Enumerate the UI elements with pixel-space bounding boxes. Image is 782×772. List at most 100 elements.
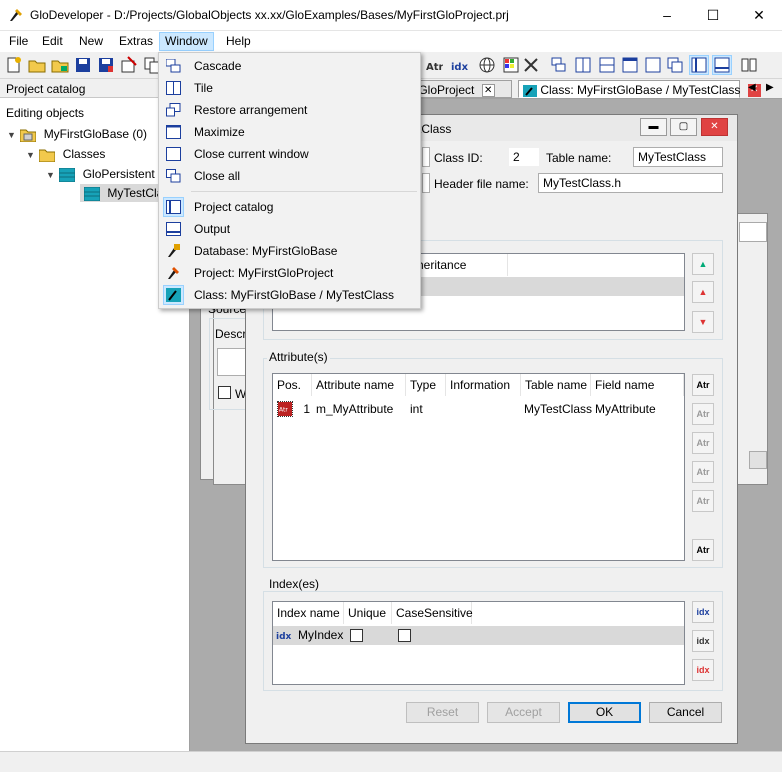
move-up-icon[interactable]: ▲	[692, 281, 714, 303]
save-all-icon[interactable]	[97, 56, 115, 74]
maximize-button[interactable]: ☐	[690, 0, 736, 31]
column-header-information[interactable]: Information	[446, 374, 521, 396]
column-header-pos[interactable]: Pos.	[273, 374, 312, 396]
tools-icon[interactable]	[522, 56, 540, 74]
tile-horizontal-icon[interactable]	[598, 56, 616, 74]
open-icon[interactable]	[28, 56, 46, 74]
new-attribute-icon[interactable]: Atr	[425, 56, 443, 74]
accept-button[interactable]: Accept	[487, 702, 560, 723]
move-down-icon[interactable]: ▼	[692, 311, 714, 333]
edit-index-icon[interactable]: idx	[692, 630, 714, 652]
column-header-index-name[interactable]: Index name	[273, 602, 344, 624]
delete-index-icon[interactable]: idx	[692, 659, 714, 681]
reset-button[interactable]: Reset	[406, 702, 479, 723]
menu-item-label: Close all	[194, 169, 241, 183]
table-row[interactable]: Atr 1 m_MyAttribute int MyTestClass MyAt…	[273, 400, 684, 418]
case-sensitive-checkbox[interactable]	[398, 629, 411, 642]
tab-class[interactable]: Class: MyFirstGloBase / MyTestClass ✕	[518, 80, 761, 98]
tab-label: tGloProject	[415, 83, 475, 97]
menu-item-project-catalog[interactable]: Project catalog	[160, 196, 419, 218]
ok-button[interactable]: OK	[568, 702, 641, 723]
unique-checkbox[interactable]	[350, 629, 363, 642]
menu-item-restore-arrangement[interactable]: Restore arrangement	[160, 99, 419, 121]
inheritance-column-header[interactable]: heritance	[413, 254, 508, 276]
chevron-down-icon[interactable]: ▼	[7, 126, 17, 144]
column-header-attribute-name[interactable]: Attribute name	[312, 374, 406, 396]
dialog-close-button[interactable]: ✕	[701, 118, 728, 136]
column-header-unique[interactable]: Unique	[344, 602, 392, 624]
tree-item-classes[interactable]: ▼ Classes	[26, 145, 105, 163]
descr-field[interactable]	[217, 348, 247, 376]
tab-project[interactable]: tGloProject ✕	[410, 80, 512, 98]
close-icon[interactable]: ✕	[481, 84, 495, 98]
table-row[interactable]: idx MyIndex	[273, 626, 684, 645]
close-window-toolbar-icon[interactable]	[644, 56, 662, 74]
menu-edit[interactable]: Edit	[42, 34, 63, 48]
header-file-field[interactable]: MyTestClass.h	[538, 173, 723, 193]
class-icon	[163, 285, 184, 305]
new-index-icon[interactable]: idx	[692, 601, 714, 623]
project-catalog-toolbar-icon[interactable]	[689, 55, 709, 75]
menu-item-maximize[interactable]: Maximize	[160, 121, 419, 143]
maximize-toolbar-icon[interactable]	[621, 56, 639, 74]
attribute-sort-icon[interactable]: Atr	[692, 539, 714, 561]
tree-item-glopersistent[interactable]: ▼ GloPersistent	[46, 165, 155, 183]
tab-scroll-left-icon[interactable]: ◀	[748, 82, 756, 93]
column-header-field-name[interactable]: Field name	[591, 374, 684, 396]
menu-item-label: Cascade	[194, 59, 242, 73]
menu-item-database[interactable]: Database: MyFirstGloBase	[160, 240, 419, 262]
attribute-down-icon[interactable]: Atr	[692, 490, 714, 512]
globe-icon[interactable]	[478, 56, 496, 74]
new-icon[interactable]	[5, 56, 23, 74]
attribute-up-icon[interactable]: Atr	[692, 461, 714, 483]
menu-item-label: Tile	[194, 81, 213, 95]
tile-vertical-icon[interactable]	[574, 56, 592, 74]
open-project-icon[interactable]	[51, 56, 69, 74]
new-attribute-icon[interactable]: Atr	[692, 374, 714, 396]
status-bar	[0, 751, 782, 772]
new-index-icon[interactable]: idx	[450, 56, 468, 74]
menu-help[interactable]: Help	[226, 34, 251, 48]
move-top-icon[interactable]: ▲	[692, 253, 714, 275]
cascade-toolbar-icon[interactable]	[550, 56, 568, 74]
chevron-down-icon[interactable]: ▼	[26, 146, 36, 164]
menu-item-close-all[interactable]: Close all	[160, 165, 419, 187]
book-icon[interactable]	[740, 56, 758, 74]
tab-scroll-right-icon[interactable]: ▶	[766, 82, 774, 93]
table-name-field[interactable]: MyTestClass	[633, 147, 723, 167]
edit-attribute-icon[interactable]: Atr	[692, 403, 714, 425]
tree-item-database[interactable]: ▼ MyFirstGloBase (0)	[7, 125, 147, 143]
app-icon	[10, 9, 22, 21]
properties-icon[interactable]	[120, 56, 138, 74]
menu-file[interactable]: File	[9, 34, 28, 48]
dialog-maximize-button[interactable]: ▢	[670, 118, 697, 136]
attributes-list[interactable]: Pos. Attribute name Type Information Tab…	[272, 373, 685, 561]
chevron-down-icon[interactable]: ▼	[46, 166, 56, 184]
menu-window[interactable]: Window	[159, 32, 214, 51]
menu-item-tile[interactable]: Tile	[160, 77, 419, 99]
close-all-toolbar-icon[interactable]	[666, 56, 684, 74]
menu-item-project[interactable]: Project: MyFirstGloProject	[160, 262, 419, 284]
w-checkbox[interactable]	[218, 386, 231, 399]
menu-item-class[interactable]: Class: MyFirstGloBase / MyTestClass	[160, 284, 419, 306]
column-header-type[interactable]: Type	[406, 374, 446, 396]
menu-item-cascade[interactable]: Cascade	[160, 55, 419, 77]
output-toolbar-icon[interactable]	[712, 55, 732, 75]
column-header-table-name[interactable]: Table name	[521, 374, 591, 396]
dialog-minimize-button[interactable]: ▬	[640, 118, 667, 136]
delete-attribute-icon[interactable]: Atr	[692, 432, 714, 454]
menu-item-output[interactable]: Output	[160, 218, 419, 240]
database-folder-icon	[20, 129, 37, 142]
menu-item-close-current-window[interactable]: Close current window	[160, 143, 419, 165]
grid-icon[interactable]	[502, 56, 520, 74]
minimize-button[interactable]: –	[644, 0, 690, 31]
index-list[interactable]: Index name Unique CaseSensitive idx MyIn…	[272, 601, 685, 685]
column-header-case-sensitive[interactable]: CaseSensitive	[392, 602, 473, 624]
save-icon[interactable]	[74, 56, 92, 74]
class-id-field[interactable]: 2	[508, 147, 540, 167]
menu-new[interactable]: New	[79, 34, 103, 48]
menu-extras[interactable]: Extras	[119, 34, 153, 48]
cancel-button[interactable]: Cancel	[649, 702, 722, 723]
close-button[interactable]: ✕	[736, 0, 782, 31]
editing-objects-label: Editing objects	[6, 106, 85, 120]
